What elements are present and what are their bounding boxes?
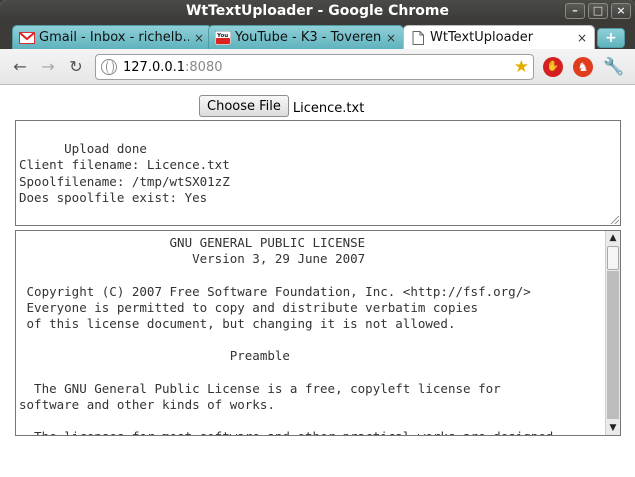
license-textarea[interactable]: GNU GENERAL PUBLIC LICENSE Version 3, 29… [15, 230, 621, 436]
globe-icon [101, 59, 117, 75]
browser-toolbar: ← → ↻ 127.0.0.1:8080 ★ ✋ ♞ 🔧 [0, 49, 635, 85]
youtube-icon: You [215, 30, 231, 45]
svg-text:You: You [216, 33, 228, 39]
scroll-down-icon[interactable]: ▼ [606, 421, 620, 435]
page-content: Choose File Licence.txt Upload done Clie… [0, 86, 635, 477]
forward-icon[interactable]: → [38, 57, 58, 77]
shield-extension-icon[interactable]: ♞ [573, 57, 593, 77]
back-icon[interactable]: ← [10, 57, 30, 77]
close-tab-icon[interactable]: × [193, 31, 205, 45]
close-tab-icon[interactable]: × [576, 31, 588, 45]
page-icon [410, 30, 426, 45]
tab-label: YouTube - K3 - Toveren [235, 30, 381, 45]
maximize-button[interactable]: □ [588, 3, 608, 19]
file-upload: Choose File Licence.txt [199, 95, 364, 117]
license-text: GNU GENERAL PUBLIC LICENSE Version 3, 29… [19, 235, 553, 435]
vertical-scrollbar[interactable]: ▲ ▼ [605, 231, 620, 435]
bookmark-star-icon[interactable]: ★ [514, 57, 529, 77]
window-controls: – □ × [565, 3, 631, 19]
scroll-up-icon[interactable]: ▲ [606, 231, 620, 245]
minimize-button[interactable]: – [565, 3, 585, 19]
address-bar[interactable]: 127.0.0.1:8080 ★ [95, 54, 534, 80]
browser-window: WtTextUploader - Google Chrome – □ × Gma… [0, 0, 635, 477]
status-text: Upload done Client filename: Licence.txt… [19, 140, 230, 206]
new-tab-button[interactable]: + [597, 28, 625, 48]
scroll-track[interactable] [607, 271, 619, 419]
tab-label: Gmail - Inbox - richelb... [39, 30, 189, 45]
tab-gmail[interactable]: Gmail - Inbox - richelb... × [12, 25, 212, 49]
choose-file-button[interactable]: Choose File [199, 95, 289, 117]
close-tab-icon[interactable]: × [385, 31, 397, 45]
window-title: WtTextUploader - Google Chrome [185, 3, 450, 19]
gmail-icon [19, 31, 35, 45]
status-textarea[interactable]: Upload done Client filename: Licence.txt… [15, 120, 621, 226]
tab-wttextuploader[interactable]: WtTextUploader × [403, 25, 595, 49]
url-host: 127.0.0.1 [123, 59, 186, 75]
tab-youtube[interactable]: You YouTube - K3 - Toveren × [208, 25, 404, 49]
stop-extension-icon[interactable]: ✋ [543, 57, 563, 77]
selected-filename: Licence.txt [292, 100, 365, 116]
tab-strip: Gmail - Inbox - richelb... × You YouTube… [0, 22, 635, 49]
resize-grip-icon[interactable] [611, 216, 619, 224]
url-port: :8080 [185, 59, 223, 75]
title-bar: WtTextUploader - Google Chrome – □ × [0, 0, 635, 22]
tab-label: WtTextUploader [430, 30, 534, 45]
reload-icon[interactable]: ↻ [66, 57, 86, 77]
close-window-button[interactable]: × [611, 3, 631, 19]
scroll-thumb[interactable] [607, 246, 619, 270]
wrench-icon[interactable]: 🔧 [603, 57, 624, 77]
